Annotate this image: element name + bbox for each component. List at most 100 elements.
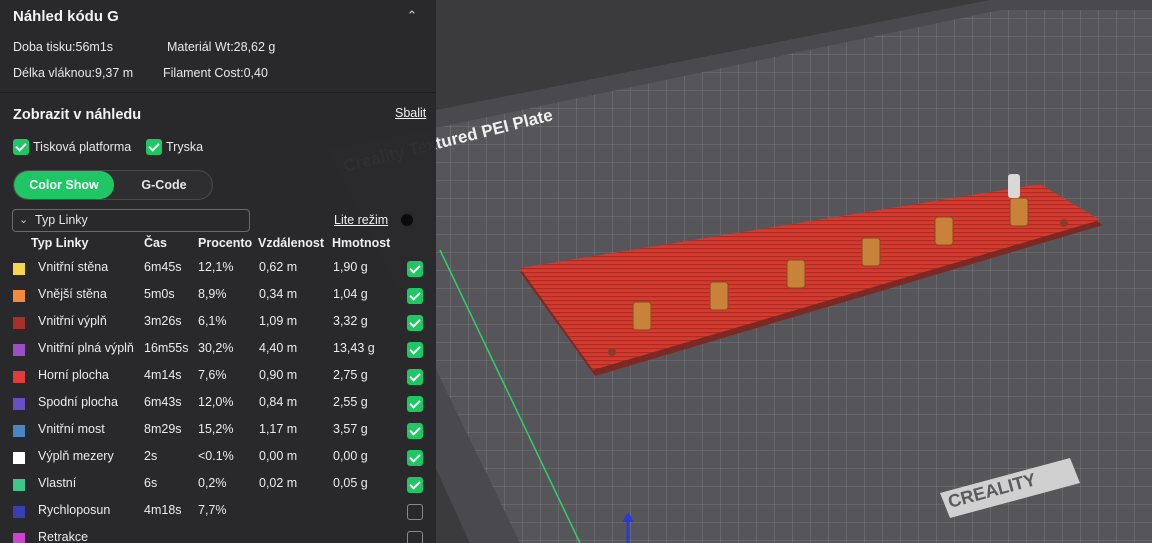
table-row[interactable]: Retrakce <box>0 527 436 543</box>
weight-cell: 1,90 g <box>333 260 368 274</box>
table-row[interactable]: Vnitřní stěna 6m45s 12,1% 0,62 m 1,90 g <box>0 257 436 284</box>
line-type-name: Vnitřní most <box>38 422 105 436</box>
col-header-time: Čas <box>144 236 167 250</box>
line-type-dropdown[interactable]: ⌄ Typ Linky <box>12 209 250 232</box>
material-weight: Materiál Wt:28,62 g <box>167 40 276 54</box>
line-type-name: Vnitřní plná výplň <box>38 341 134 355</box>
line-type-name: Rychloposun <box>38 503 111 517</box>
visibility-checkbox[interactable] <box>407 504 423 520</box>
col-header-distance: Vzdálenost <box>258 236 324 250</box>
table-row[interactable]: Vlastní 6s 0,2% 0,02 m 0,05 g <box>0 473 436 500</box>
time-cell: 6s <box>144 476 158 490</box>
color-swatch <box>13 533 25 543</box>
divider <box>0 92 436 93</box>
time-cell: 4m18s <box>144 503 182 517</box>
line-type-name: Výplň mezery <box>38 449 114 463</box>
line-type-name: Vlastní <box>38 476 77 490</box>
panel-title: Náhled kódu G <box>13 8 119 25</box>
distance-cell: 0,84 m <box>259 395 298 409</box>
time-cell: 5m0s <box>144 287 175 301</box>
distance-cell: 0,00 m <box>259 449 298 463</box>
tab-gcode[interactable]: G-Code <box>114 171 212 199</box>
weight-cell: 0,05 g <box>333 476 368 490</box>
time-cell: 8m29s <box>144 422 182 436</box>
percent-cell: 12,0% <box>198 395 234 409</box>
weight-cell: 2,55 g <box>333 395 368 409</box>
color-swatch <box>13 479 25 491</box>
color-swatch <box>13 398 25 410</box>
section-title: Zobrazit v náhledu <box>13 107 142 123</box>
weight-cell: 0,00 g <box>333 449 368 463</box>
lite-mode-toggle[interactable] <box>401 214 413 226</box>
percent-cell: 7,7% <box>198 503 227 517</box>
percent-cell: 15,2% <box>198 422 234 436</box>
distance-cell: 1,17 m <box>259 422 298 436</box>
weight-cell: 3,57 g <box>333 422 368 436</box>
percent-cell: 12,1% <box>198 260 234 274</box>
distance-cell: 1,09 m <box>259 314 298 328</box>
weight-cell: 13,43 g <box>333 341 375 355</box>
table-row[interactable]: Vnitřní výplň 3m26s 6,1% 1,09 m 3,32 g <box>0 311 436 338</box>
table-row[interactable]: Vnitřní most 8m29s 15,2% 1,17 m 3,57 g <box>0 419 436 446</box>
chevron-down-icon: ⌄ <box>19 214 29 226</box>
col-header-type: Typ Linky <box>31 236 89 250</box>
percent-cell: 0,2% <box>198 476 227 490</box>
col-header-percent: Procento <box>198 236 253 250</box>
percent-cell: 7,6% <box>198 368 227 382</box>
visibility-checkbox[interactable] <box>407 450 423 466</box>
collapse-up-icon[interactable]: ⌃ <box>404 8 420 24</box>
color-swatch <box>13 371 25 383</box>
lite-mode-link[interactable]: Lite režim <box>334 213 388 227</box>
color-swatch <box>13 263 25 275</box>
visibility-checkbox[interactable] <box>407 288 423 304</box>
visibility-checkbox[interactable] <box>407 261 423 277</box>
weight-cell: 3,32 g <box>333 314 368 328</box>
line-type-name: Vnitřní stěna <box>38 260 109 274</box>
visibility-checkbox[interactable] <box>407 531 423 543</box>
table-row[interactable]: Rychloposun 4m18s 7,7% <box>0 500 436 527</box>
part-hole <box>1060 219 1068 227</box>
distance-cell: 4,40 m <box>259 341 298 355</box>
table-row[interactable]: Horní plocha 4m14s 7,6% 0,90 m 2,75 g <box>0 365 436 392</box>
color-swatch <box>13 452 25 464</box>
visibility-checkbox[interactable] <box>407 396 423 412</box>
time-cell: 6m43s <box>144 395 182 409</box>
color-swatch <box>13 290 25 302</box>
line-type-name: Vnitřní výplň <box>38 314 107 328</box>
gcode-preview-panel: Náhled kódu G ⌃ Doba tisku:56m1s Materiá… <box>0 0 436 543</box>
visibility-checkbox[interactable] <box>407 423 423 439</box>
table-row[interactable]: Spodní plocha 6m43s 12,0% 0,84 m 2,55 g <box>0 392 436 419</box>
line-type-name: Vnější stěna <box>38 287 107 301</box>
filament-length: Délka vláknou:9,37 m <box>13 66 134 80</box>
line-type-name: Retrakce <box>38 530 89 543</box>
collapse-link[interactable]: Sbalit <box>395 106 426 120</box>
app-root: Creality Textured PEI Plate CREALITY Náh… <box>0 0 1152 543</box>
weight-cell: 2,75 g <box>333 368 368 382</box>
bed-checkbox[interactable] <box>13 139 29 155</box>
view-mode-toggle: Color Show G-Code <box>13 170 213 200</box>
weight-cell: 1,04 g <box>333 287 368 301</box>
line-type-name: Horní plocha <box>38 368 109 382</box>
bed-checkbox-label: Tisková platforma <box>33 140 132 154</box>
color-swatch <box>13 317 25 329</box>
percent-cell: 30,2% <box>198 341 234 355</box>
table-row[interactable]: Vnitřní plná výplň 16m55s 30,2% 4,40 m 13,43… <box>0 338 436 365</box>
percent-cell: <0.1% <box>198 449 234 463</box>
visibility-checkbox[interactable] <box>407 315 423 331</box>
nozzle-checkbox[interactable] <box>146 139 162 155</box>
visibility-checkbox[interactable] <box>407 477 423 493</box>
visibility-checkbox[interactable] <box>407 369 423 385</box>
table-row[interactable]: Vnější stěna 5m0s 8,9% 0,34 m 1,04 g <box>0 284 436 311</box>
time-cell: 4m14s <box>144 368 182 382</box>
visibility-checkbox[interactable] <box>407 342 423 358</box>
distance-cell: 0,34 m <box>259 287 298 301</box>
tab-color-show[interactable]: Color Show <box>14 171 114 199</box>
time-cell: 16m55s <box>144 341 189 355</box>
color-swatch <box>13 506 25 518</box>
distance-cell: 0,02 m <box>259 476 298 490</box>
table-row[interactable]: Výplň mezery 2s <0.1% 0,00 m 0,00 g <box>0 446 436 473</box>
dropdown-value: Typ Linky <box>35 213 88 227</box>
percent-cell: 6,1% <box>198 314 227 328</box>
col-header-weight: Hmotnost <box>332 236 391 250</box>
part-hole <box>608 348 616 356</box>
